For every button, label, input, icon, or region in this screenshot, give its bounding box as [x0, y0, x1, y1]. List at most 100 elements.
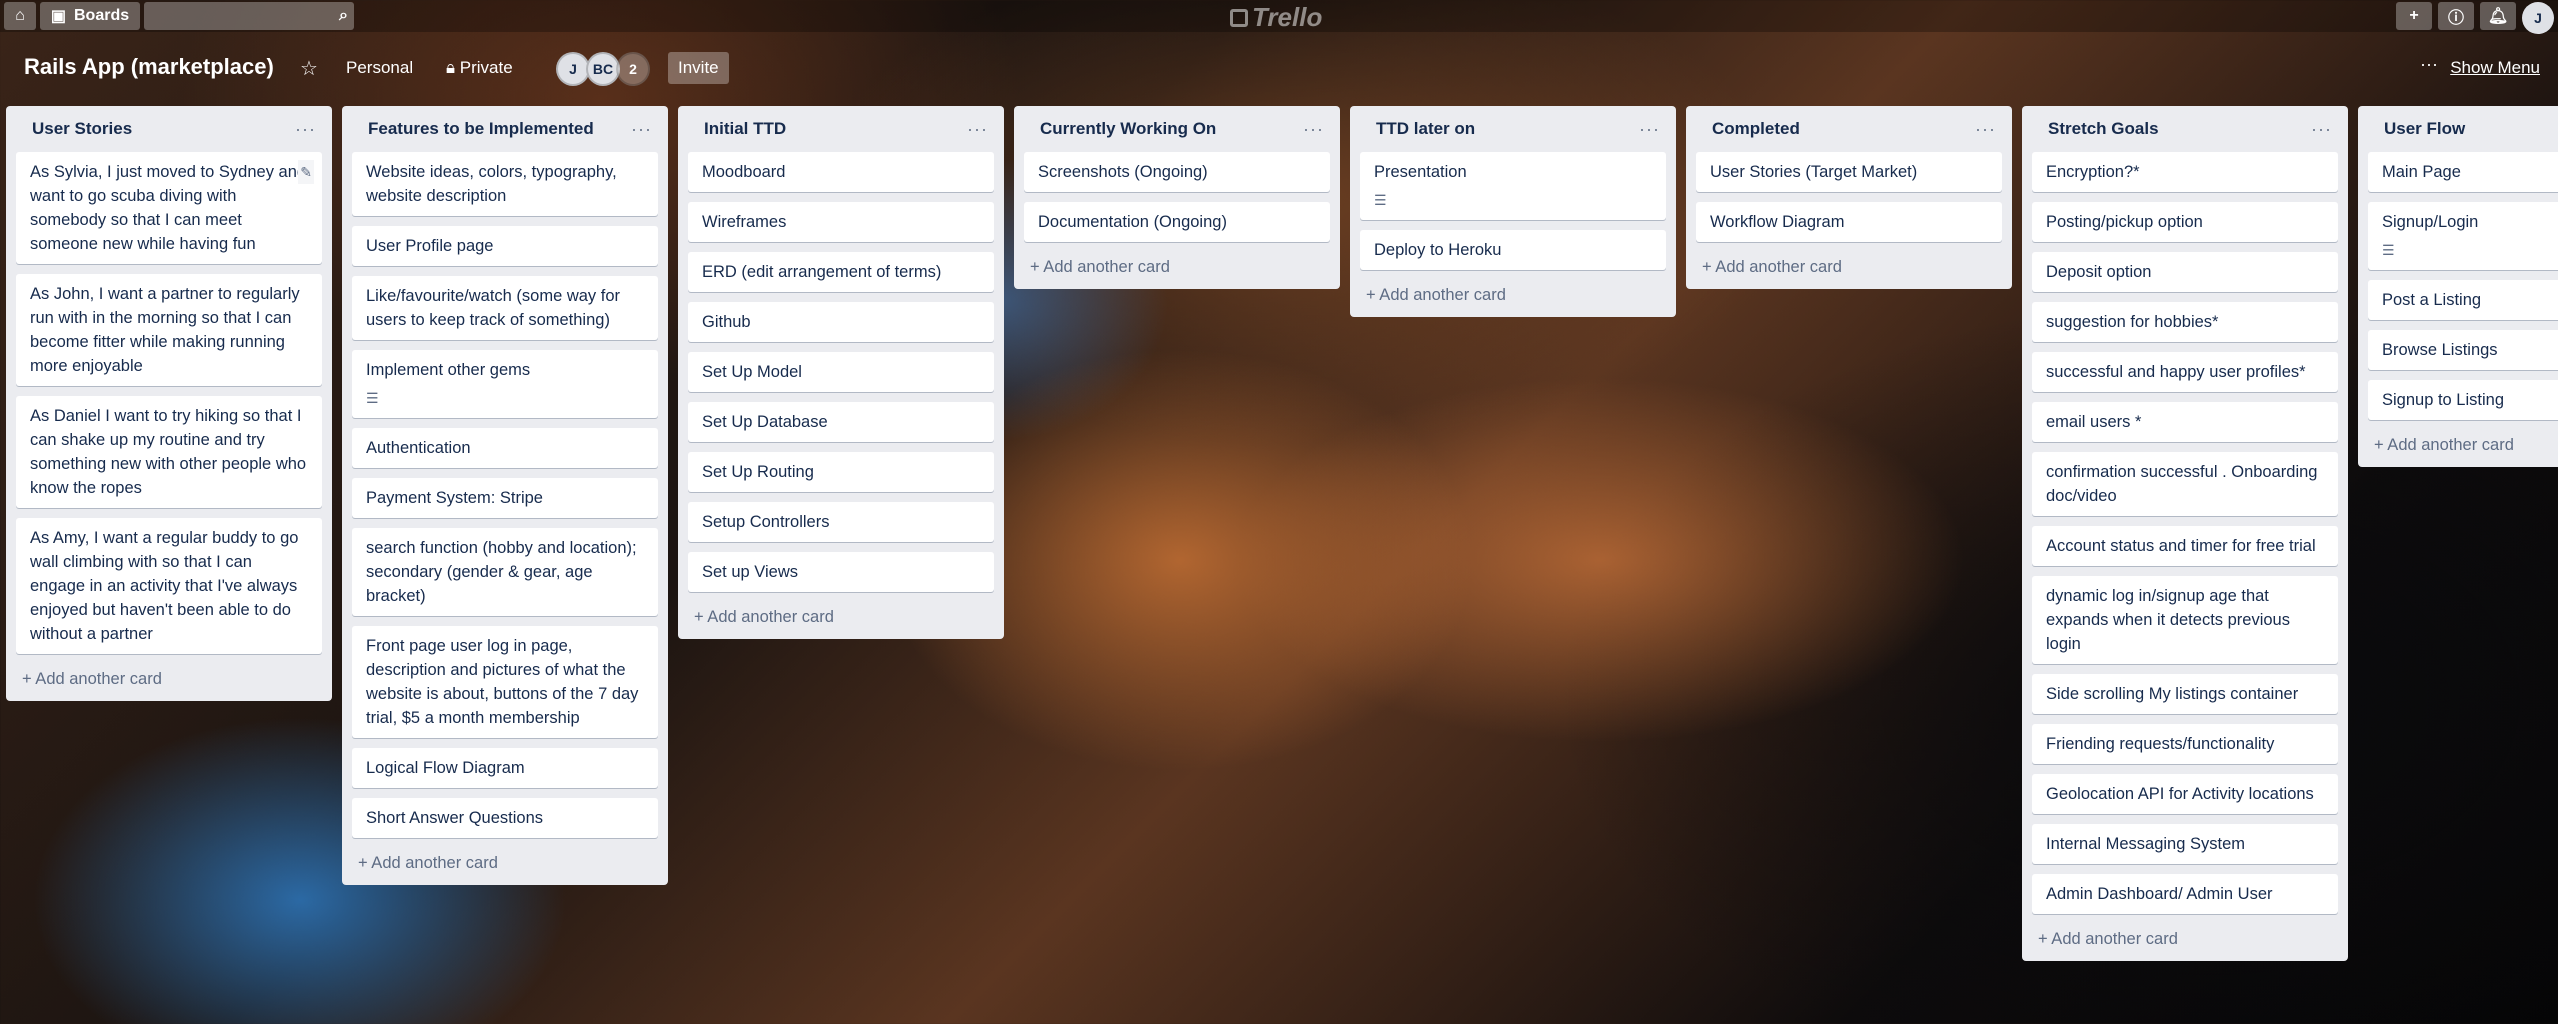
- card[interactable]: Presentation ☰: [1360, 152, 1666, 220]
- home-button[interactable]: ⌂: [4, 2, 36, 30]
- card-title: search function (hobby and location); se…: [366, 539, 637, 605]
- member-avatar[interactable]: J: [556, 52, 590, 86]
- card[interactable]: User Profile page: [352, 226, 658, 266]
- card[interactable]: dynamic log in/signup age that expands w…: [2032, 576, 2338, 664]
- card[interactable]: Posting/pickup option: [2032, 202, 2338, 242]
- team-button[interactable]: Personal: [336, 52, 423, 84]
- add-card-button[interactable]: + Add another card: [1360, 280, 1666, 309]
- list-title[interactable]: TTD later on: [1376, 119, 1475, 139]
- card[interactable]: Geolocation API for Activity locations: [2032, 774, 2338, 814]
- card[interactable]: suggestion for hobbies*: [2032, 302, 2338, 342]
- card[interactable]: Website ideas, colors, typography, websi…: [352, 152, 658, 216]
- card[interactable]: Short Answer Questions: [352, 798, 658, 838]
- card[interactable]: Authentication: [352, 428, 658, 468]
- card[interactable]: Account status and timer for free trial: [2032, 526, 2338, 566]
- list-header[interactable]: Initial TTD ···: [688, 106, 994, 152]
- card[interactable]: Encryption?*: [2032, 152, 2338, 192]
- list-header[interactable]: User Stories ···: [16, 106, 322, 152]
- card[interactable]: ERD (edit arrangement of terms): [688, 252, 994, 292]
- create-button[interactable]: +: [2396, 2, 2432, 30]
- add-card-button[interactable]: + Add another card: [2368, 430, 2558, 459]
- card[interactable]: Github: [688, 302, 994, 342]
- card[interactable]: User Stories (Target Market): [1696, 152, 2002, 192]
- list-header[interactable]: User Flow···: [2368, 106, 2558, 152]
- list-title[interactable]: User Stories: [32, 119, 132, 139]
- card[interactable]: Setup Controllers: [688, 502, 994, 542]
- card[interactable]: Signup/Login ☰: [2368, 202, 2558, 270]
- card[interactable]: Set Up Model: [688, 352, 994, 392]
- add-card-button[interactable]: + Add another card: [688, 602, 994, 631]
- list-menu-icon[interactable]: ···: [1975, 119, 1996, 140]
- list-menu-icon[interactable]: ···: [631, 119, 652, 140]
- card[interactable]: Workflow Diagram: [1696, 202, 2002, 242]
- card[interactable]: search function (hobby and location); se…: [352, 528, 658, 616]
- visibility-button[interactable]: 🔒︎ Private: [436, 52, 523, 84]
- info-button[interactable]: ⓘ: [2438, 2, 2474, 30]
- boards-button[interactable]: ▣ Boards: [40, 2, 140, 30]
- list-title[interactable]: Stretch Goals: [2048, 119, 2159, 139]
- card[interactable]: As John, I want a partner to regularly r…: [16, 274, 322, 386]
- card[interactable]: Screenshots (Ongoing): [1024, 152, 1330, 192]
- list-menu-icon[interactable]: ···: [967, 119, 988, 140]
- card[interactable]: As Sylvia, I just moved to Sydney and wa…: [16, 152, 322, 264]
- card[interactable]: email users *: [2032, 402, 2338, 442]
- trello-logo[interactable]: Trello: [1230, 2, 1322, 33]
- card[interactable]: Set Up Routing: [688, 452, 994, 492]
- card[interactable]: Signup to Listing: [2368, 380, 2558, 420]
- card[interactable]: Deposit option: [2032, 252, 2338, 292]
- list-title[interactable]: Initial TTD: [704, 119, 786, 139]
- card[interactable]: Like/favourite/watch (some way for users…: [352, 276, 658, 340]
- card[interactable]: Front page user log in page, description…: [352, 626, 658, 738]
- card-title: User Profile page: [366, 237, 494, 255]
- card[interactable]: Moodboard: [688, 152, 994, 192]
- member-count-badge[interactable]: 2: [616, 52, 650, 86]
- card[interactable]: As Daniel I want to try hiking so that I…: [16, 396, 322, 508]
- more-icon[interactable]: ···: [2420, 54, 2438, 75]
- list-menu-icon[interactable]: ···: [1303, 119, 1324, 140]
- add-card-button[interactable]: + Add another card: [352, 848, 658, 877]
- card[interactable]: confirmation successful . Onboarding doc…: [2032, 452, 2338, 516]
- user-avatar[interactable]: J: [2522, 2, 2554, 34]
- list-menu-icon[interactable]: ···: [1639, 119, 1660, 140]
- list-header[interactable]: TTD later on ···: [1360, 106, 1666, 152]
- invite-button[interactable]: Invite: [668, 52, 729, 84]
- notifications-button[interactable]: 🔔︎: [2480, 2, 2516, 30]
- card[interactable]: Main Page: [2368, 152, 2558, 192]
- board-title[interactable]: Rails App (marketplace): [24, 54, 274, 80]
- list-title[interactable]: User Flow: [2384, 119, 2465, 139]
- card[interactable]: Implement other gems ☰: [352, 350, 658, 418]
- card[interactable]: Side scrolling My listings container: [2032, 674, 2338, 714]
- card[interactable]: Post a Listing: [2368, 280, 2558, 320]
- card[interactable]: Admin Dashboard/ Admin User: [2032, 874, 2338, 914]
- add-card-button[interactable]: + Add another card: [2032, 924, 2338, 953]
- star-icon[interactable]: ☆: [300, 56, 318, 81]
- member-avatar[interactable]: BC: [586, 52, 620, 86]
- add-card-button[interactable]: + Add another card: [1696, 252, 2002, 281]
- card[interactable]: As Amy, I want a regular buddy to go wal…: [16, 518, 322, 654]
- show-menu-button[interactable]: Show Menu: [2450, 58, 2540, 78]
- add-card-button[interactable]: + Add another card: [1024, 252, 1330, 281]
- search-input[interactable]: ⌕: [144, 2, 354, 30]
- card[interactable]: Documentation (Ongoing): [1024, 202, 1330, 242]
- list-title[interactable]: Completed: [1712, 119, 1800, 139]
- card[interactable]: Set Up Database: [688, 402, 994, 442]
- list-title[interactable]: Features to be Implemented: [368, 119, 594, 139]
- list-header[interactable]: Stretch Goals ···: [2032, 106, 2338, 152]
- add-card-button[interactable]: + Add another card: [16, 664, 322, 693]
- list-header[interactable]: Features to be Implemented ···: [352, 106, 658, 152]
- list-header[interactable]: Currently Working On ···: [1024, 106, 1330, 152]
- card[interactable]: Browse Listings: [2368, 330, 2558, 370]
- list-menu-icon[interactable]: ···: [295, 119, 316, 140]
- edit-pencil-icon[interactable]: ✎: [298, 160, 314, 184]
- card[interactable]: Friending requests/functionality: [2032, 724, 2338, 764]
- card[interactable]: Wireframes: [688, 202, 994, 242]
- card[interactable]: Deploy to Heroku: [1360, 230, 1666, 270]
- card[interactable]: Internal Messaging System: [2032, 824, 2338, 864]
- list-title[interactable]: Currently Working On: [1040, 119, 1216, 139]
- card[interactable]: successful and happy user profiles*: [2032, 352, 2338, 392]
- card[interactable]: Logical Flow Diagram: [352, 748, 658, 788]
- list-menu-icon[interactable]: ···: [2311, 119, 2332, 140]
- list-header[interactable]: Completed ···: [1696, 106, 2002, 152]
- card[interactable]: Payment System: Stripe: [352, 478, 658, 518]
- card[interactable]: Set up Views: [688, 552, 994, 592]
